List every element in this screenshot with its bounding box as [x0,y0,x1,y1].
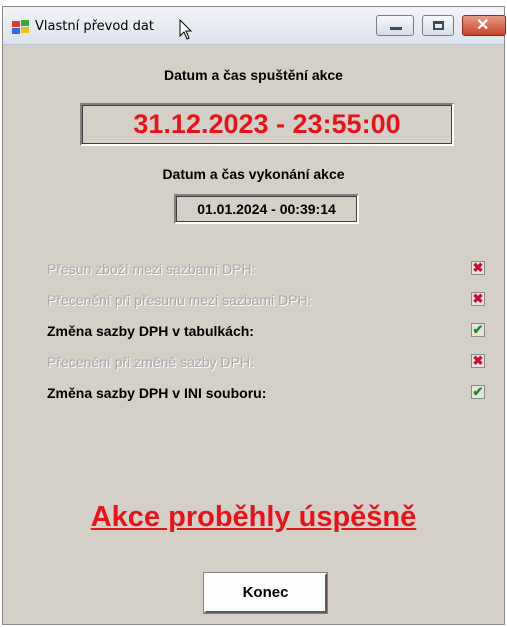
action-row-repricing-vat: Přecenění při změně sazby DPH: ✖ [47,352,497,374]
close-icon: ✕ [476,17,490,34]
action-label: Přesun zboží mezi sazbami DPH: [47,261,256,277]
x-mark-icon: ✖ [471,260,485,275]
start-datetime-label: Datum a čas spuštění akce [164,67,343,83]
maximize-button[interactable] [422,15,454,36]
close-button[interactable]: ✕ [462,15,506,36]
x-mark-icon: ✖ [471,353,485,368]
check-mark-icon: ✔ [471,322,485,337]
minimize-icon [390,27,402,30]
result-message: Akce proběhly úspěšně [90,501,417,533]
app-windows-icon [12,20,29,34]
action-label: Změna sazby DPH v tabulkách: [47,323,254,339]
check-mark-icon: ✔ [471,384,485,399]
start-datetime-value: 31.12.2023 - 23:55:00 [80,103,454,146]
minimize-button[interactable] [376,15,414,36]
mouse-cursor-icon [179,19,193,40]
action-row-move-goods: Přesun zboží mezi sazbami DPH: ✖ [47,259,497,281]
execution-datetime-label: Datum a čas vykonání akce [162,166,345,182]
dialog-window: Vlastní převod dat ✕ Datum a čas spuštěn… [2,6,506,625]
title-bar[interactable]: Vlastní převod dat ✕ [3,7,506,45]
close-dialog-button[interactable]: Konec [203,572,328,614]
action-label: Změna sazby DPH v INI souboru: [47,385,267,401]
maximize-icon [433,21,444,30]
action-row-vat-tables: Změna sazby DPH v tabulkách: ✔ [47,321,497,343]
action-row-vat-ini: Změna sazby DPH v INI souboru: ✔ [47,383,497,405]
execution-datetime-value: 01.01.2024 - 00:39:14 [174,194,359,224]
action-label: Přecenění při přesunu mezi sazbami DPH: [47,292,312,308]
window-title: Vlastní převod dat [35,19,154,34]
action-label: Přecenění při změně sazby DPH: [47,354,254,370]
action-row-repricing-move: Přecenění při přesunu mezi sazbami DPH: … [47,290,497,312]
x-mark-icon: ✖ [471,291,485,306]
